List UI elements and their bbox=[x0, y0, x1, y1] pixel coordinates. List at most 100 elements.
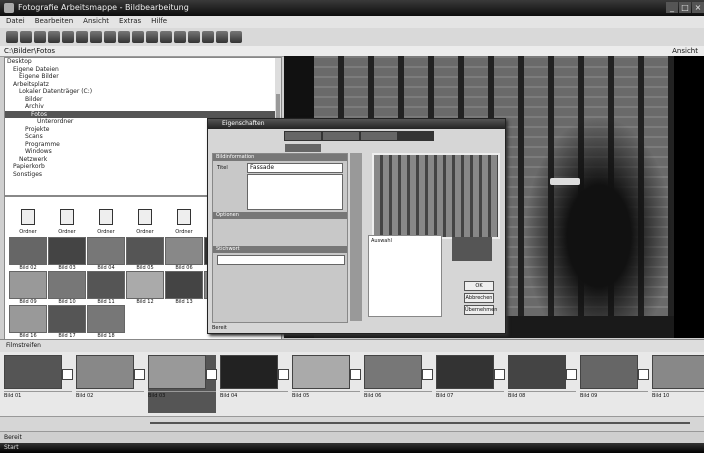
toolbar-tool-icon[interactable] bbox=[230, 31, 242, 43]
tree-node[interactable]: Lokaler Datenträger (C:) bbox=[5, 88, 281, 96]
minimize-button[interactable]: _ bbox=[666, 2, 678, 13]
title-field[interactable]: Fassade bbox=[247, 163, 343, 173]
frame-checkbox[interactable] bbox=[494, 369, 505, 380]
toolbar-tool-icon[interactable] bbox=[202, 31, 214, 43]
photo-image bbox=[165, 271, 203, 299]
filmstrip-frame[interactable]: Bild 02 bbox=[76, 355, 145, 413]
toolbar-tool-icon[interactable] bbox=[146, 31, 158, 43]
frame-checkbox[interactable] bbox=[278, 369, 289, 380]
tree-node[interactable]: Fotos bbox=[5, 110, 281, 118]
menu-item[interactable]: Extras bbox=[119, 17, 141, 25]
tree-node[interactable]: Eigene Dateien bbox=[5, 66, 281, 74]
toolbar-tool-icon[interactable] bbox=[20, 31, 32, 43]
start-button[interactable]: Start bbox=[4, 444, 19, 451]
tree-node[interactable]: Bilder bbox=[5, 96, 281, 104]
image-tag[interactable] bbox=[550, 178, 580, 185]
toolbar-tool-icon[interactable] bbox=[104, 31, 116, 43]
filmstrip-frame[interactable]: Bild 03 bbox=[148, 355, 217, 413]
frame-checkbox[interactable] bbox=[134, 369, 145, 380]
photo-thumbnail[interactable]: Bild 12 bbox=[126, 271, 164, 305]
toolbar-tool-icon[interactable] bbox=[34, 31, 46, 43]
dialog-preview bbox=[372, 153, 500, 239]
dialog-tabs[interactable] bbox=[284, 131, 434, 152]
field-label: Titel bbox=[217, 165, 228, 171]
frame-label: Bild 06 bbox=[364, 391, 432, 399]
folder-thumbnail[interactable]: Ordner bbox=[48, 203, 86, 235]
filmstrip-frame[interactable]: Bild 06 bbox=[364, 355, 433, 413]
filmstrip-frame[interactable]: Bild 04 bbox=[220, 355, 289, 413]
photo-thumbnail[interactable]: Bild 13 bbox=[165, 271, 203, 305]
frame-image bbox=[76, 355, 134, 389]
photo-thumbnail[interactable]: Bild 10 bbox=[48, 271, 86, 305]
thumbnail-caption: Bild 12 bbox=[136, 299, 154, 305]
keyword-field[interactable] bbox=[217, 255, 345, 265]
toolbar-tool-icon[interactable] bbox=[48, 31, 60, 43]
photo-thumbnail[interactable]: Bild 04 bbox=[87, 237, 125, 271]
frame-image bbox=[148, 355, 206, 389]
toolbar-tool-icon[interactable] bbox=[188, 31, 200, 43]
maximize-button[interactable]: □ bbox=[679, 2, 691, 13]
menu-item[interactable]: Ansicht bbox=[83, 17, 109, 25]
filmstrip-frame[interactable]: Bild 05 bbox=[292, 355, 361, 413]
folder-thumbnail[interactable]: Ordner bbox=[9, 203, 47, 235]
photo-thumbnail[interactable]: Bild 11 bbox=[87, 271, 125, 305]
toolbar-tool-icon[interactable] bbox=[62, 31, 74, 43]
tree-node[interactable]: Desktop bbox=[5, 58, 281, 66]
filmstrip-frame[interactable]: Bild 01 bbox=[4, 355, 73, 413]
photo-thumbnail[interactable]: Bild 06 bbox=[165, 237, 203, 271]
frame-checkbox[interactable] bbox=[62, 369, 73, 380]
toolbar-tool-icon[interactable] bbox=[160, 31, 172, 43]
description-field[interactable] bbox=[247, 174, 343, 210]
toolbar-tool-icon[interactable] bbox=[118, 31, 130, 43]
menu-item[interactable]: Datei bbox=[6, 17, 25, 25]
folder-thumbnail[interactable]: Ordner bbox=[87, 203, 125, 235]
photo-thumbnail[interactable]: Bild 16 bbox=[9, 305, 47, 339]
tree-node[interactable]: Arbeitsplatz bbox=[5, 81, 281, 89]
photo-thumbnail[interactable]: Bild 02 bbox=[9, 237, 47, 271]
thumbnail-caption: Ordner bbox=[19, 229, 37, 235]
tree-node[interactable]: Eigene Bilder bbox=[5, 73, 281, 81]
dialog-list[interactable]: Auswahl bbox=[368, 235, 442, 317]
cancel-button[interactable]: Abbrechen bbox=[464, 293, 494, 303]
tree-node[interactable]: Archiv bbox=[5, 103, 281, 111]
filmstrip-frame[interactable]: Bild 09 bbox=[580, 355, 649, 413]
timeline[interactable] bbox=[0, 416, 704, 431]
frame-image bbox=[652, 355, 704, 389]
timeline-track[interactable] bbox=[150, 422, 690, 424]
ok-button[interactable]: OK bbox=[464, 281, 494, 291]
dialog-left-panel: Bildinformation Titel Fassade Optionen S… bbox=[212, 153, 348, 323]
menu-item[interactable]: Bearbeiten bbox=[35, 17, 73, 25]
photo-thumbnail[interactable]: Bild 03 bbox=[48, 237, 86, 271]
frame-label: Bild 01 bbox=[4, 391, 72, 399]
frame-checkbox[interactable] bbox=[566, 369, 577, 380]
frame-checkbox[interactable] bbox=[206, 369, 217, 380]
toolbar-tool-icon[interactable] bbox=[174, 31, 186, 43]
folder-thumbnail[interactable]: Ordner bbox=[165, 203, 203, 235]
view-label[interactable]: Ansicht bbox=[672, 47, 698, 55]
photo-thumbnail[interactable]: Bild 17 bbox=[48, 305, 86, 339]
photo-thumbnail[interactable]: Bild 05 bbox=[126, 237, 164, 271]
window-title: Fotografie Arbeitsmappe - Bildbearbeitun… bbox=[18, 3, 189, 12]
filmstrip[interactable]: Bild 01 Bild 02 Bild 03 Bild 04 Bild 05 Bild … bbox=[0, 352, 704, 416]
folder-thumbnail[interactable]: Ordner bbox=[126, 203, 164, 235]
toolbar-tool-icon[interactable] bbox=[90, 31, 102, 43]
menu-item[interactable]: Hilfe bbox=[151, 17, 167, 25]
frame-checkbox[interactable] bbox=[638, 369, 649, 380]
filmstrip-frame[interactable]: Bild 10 bbox=[652, 355, 704, 413]
filmstrip-frame[interactable]: Bild 07 bbox=[436, 355, 505, 413]
frame-image bbox=[580, 355, 638, 389]
toolbar-tool-icon[interactable] bbox=[216, 31, 228, 43]
toolbar-tool-icon[interactable] bbox=[6, 31, 18, 43]
frame-checkbox[interactable] bbox=[350, 369, 361, 380]
photo-thumbnail[interactable]: Bild 18 bbox=[87, 305, 125, 339]
toolbar-tool-icon[interactable] bbox=[76, 31, 88, 43]
frame-checkbox[interactable] bbox=[422, 369, 433, 380]
filmstrip-frame[interactable]: Bild 08 bbox=[508, 355, 577, 413]
dialog-actions: OK Abbrechen Übernehmen bbox=[444, 235, 500, 315]
folder-icon bbox=[48, 203, 84, 229]
close-button[interactable]: × bbox=[692, 2, 704, 13]
frame-image bbox=[508, 355, 566, 389]
apply-button[interactable]: Übernehmen bbox=[464, 305, 497, 315]
toolbar-tool-icon[interactable] bbox=[132, 31, 144, 43]
photo-thumbnail[interactable]: Bild 09 bbox=[9, 271, 47, 305]
